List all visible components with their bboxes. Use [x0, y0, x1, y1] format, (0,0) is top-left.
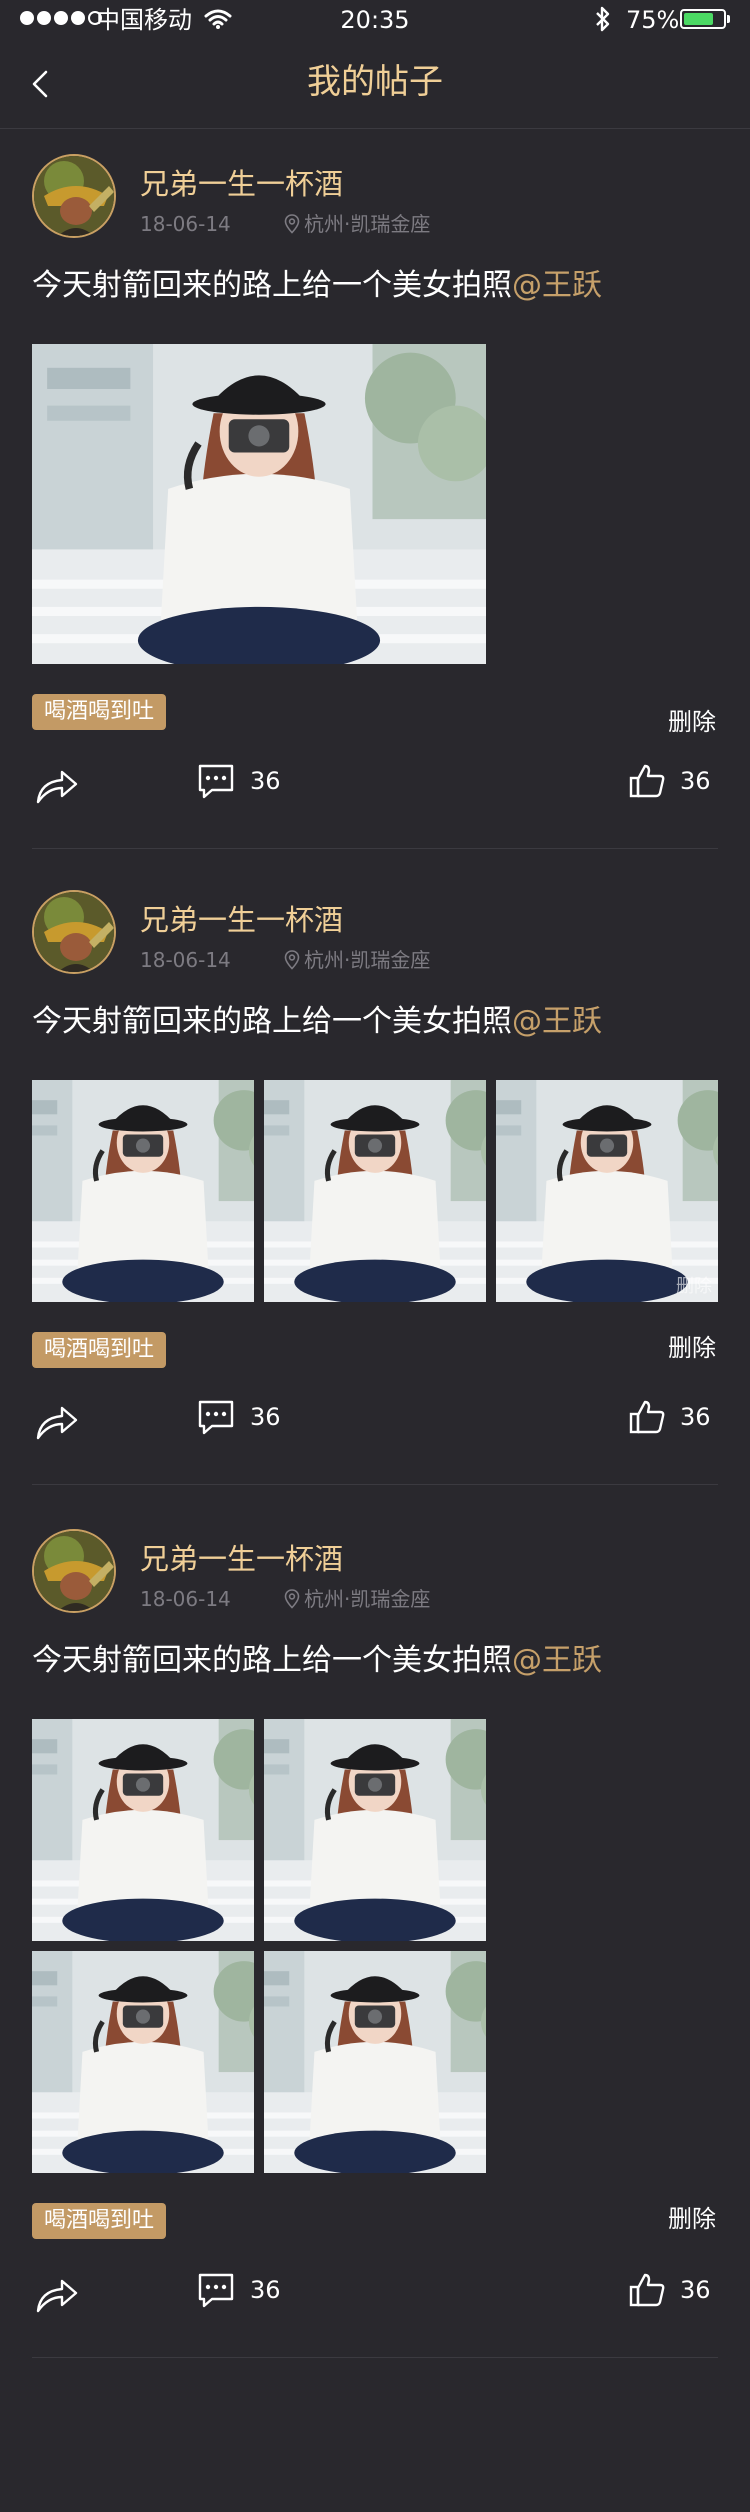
comment-count: 36: [250, 1403, 281, 1431]
location-text: 杭州·凯瑞金座: [304, 1587, 431, 1611]
post-body: 今天射箭回来的路上给一个美女拍照: [32, 268, 512, 303]
post-photo[interactable]: [264, 1080, 486, 1302]
location-text: 杭州·凯瑞金座: [304, 212, 431, 236]
avatar[interactable]: [32, 154, 116, 238]
post-photo[interactable]: [32, 1719, 254, 1941]
post-photo[interactable]: [264, 1719, 486, 1941]
comment-button[interactable]: 36: [196, 1398, 281, 1436]
mention-link[interactable]: @王跃: [512, 1643, 602, 1678]
topic-tag[interactable]: 喝酒喝到吐: [32, 2203, 167, 2239]
location: 杭州·凯瑞金座: [284, 212, 430, 236]
battery-icon: [680, 9, 726, 29]
username[interactable]: 兄弟一生一杯酒: [140, 902, 343, 938]
topic-tag[interactable]: 喝酒喝到吐: [32, 694, 167, 730]
like-button[interactable]: 36: [628, 1398, 711, 1436]
divider: [32, 1484, 718, 1485]
share-button[interactable]: [34, 764, 80, 808]
share-icon: [36, 2279, 78, 2313]
thumbs-up-icon: [629, 2273, 665, 2307]
post-date: 18-06-14: [140, 1587, 231, 1611]
mention-link[interactable]: @王跃: [512, 1004, 602, 1039]
bluetooth-icon: [596, 6, 610, 32]
post-card: 兄弟一生一杯酒 18-06-14 杭州·凯瑞金座 今天射箭回来的路上给一个美女拍…: [0, 130, 750, 850]
action-row: 36 36: [0, 1392, 750, 1452]
delete-button[interactable]: 删除: [668, 2203, 716, 2235]
action-row: 36 36: [0, 756, 750, 816]
location: 杭州·凯瑞金座: [284, 1587, 430, 1611]
post-photo[interactable]: [264, 1951, 486, 2173]
like-button[interactable]: 36: [628, 2271, 711, 2309]
avatar[interactable]: [32, 890, 116, 974]
post-date: 18-06-14: [140, 948, 231, 972]
nav-bar: 我的帖子: [0, 40, 750, 129]
username[interactable]: 兄弟一生一杯酒: [140, 1541, 343, 1577]
battery-fill: [684, 13, 713, 25]
photo-watermark: 删除: [676, 1276, 712, 1297]
divider: [32, 848, 718, 849]
comment-icon: [198, 2273, 234, 2308]
post-text: 今天射箭回来的路上给一个美女拍照@王跃: [32, 266, 602, 306]
topic-tag[interactable]: 喝酒喝到吐: [32, 1332, 167, 1368]
thumbs-up-icon: [629, 1400, 665, 1434]
post-photo[interactable]: [32, 344, 486, 664]
comment-button[interactable]: 36: [196, 2271, 281, 2309]
location-text: 杭州·凯瑞金座: [304, 948, 431, 972]
comment-icon: [198, 1400, 234, 1435]
share-button[interactable]: [34, 2273, 80, 2317]
battery-percent: 75%: [626, 6, 680, 34]
divider: [32, 2357, 718, 2358]
like-count: 36: [680, 2276, 711, 2304]
location-pin-icon: [284, 214, 300, 234]
post-photo[interactable]: [32, 1080, 254, 1302]
share-icon: [36, 770, 78, 804]
post-text: 今天射箭回来的路上给一个美女拍照@王跃: [32, 1002, 602, 1042]
page-title: 我的帖子: [307, 62, 443, 102]
location-pin-icon: [284, 950, 300, 970]
delete-button[interactable]: 删除: [668, 706, 716, 738]
share-button[interactable]: [34, 1400, 80, 1444]
post-card: 兄弟一生一杯酒 18-06-14 杭州·凯瑞金座 今天射箭回来的路上给一个美女拍…: [0, 1505, 750, 2359]
delete-button[interactable]: 删除: [668, 1332, 716, 1364]
post-body: 今天射箭回来的路上给一个美女拍照: [32, 1004, 512, 1039]
post-date: 18-06-14: [140, 212, 231, 236]
battery-nub: [727, 15, 730, 23]
comment-count: 36: [250, 2276, 281, 2304]
avatar[interactable]: [32, 1529, 116, 1613]
thumbs-up-icon: [629, 764, 665, 798]
comment-button[interactable]: 36: [196, 762, 281, 800]
post-body: 今天射箭回来的路上给一个美女拍照: [32, 1643, 512, 1678]
comment-count: 36: [250, 767, 281, 795]
like-button[interactable]: 36: [628, 762, 711, 800]
post-photo[interactable]: 删除: [496, 1080, 718, 1302]
share-icon: [36, 1406, 78, 1440]
mention-link[interactable]: @王跃: [512, 268, 602, 303]
like-count: 36: [680, 1403, 711, 1431]
post-text: 今天射箭回来的路上给一个美女拍照@王跃: [32, 1641, 602, 1681]
like-count: 36: [680, 767, 711, 795]
location-pin-icon: [284, 1589, 300, 1609]
location: 杭州·凯瑞金座: [284, 948, 430, 972]
comment-icon: [198, 764, 234, 799]
action-row: 36 36: [0, 2265, 750, 2325]
post-photo[interactable]: [32, 1951, 254, 2173]
post-card: 兄弟一生一杯酒 18-06-14 杭州·凯瑞金座 今天射箭回来的路上给一个美女拍…: [0, 866, 750, 1486]
status-bar: 中国移动 20:35 75%: [0, 0, 750, 40]
username[interactable]: 兄弟一生一杯酒: [140, 166, 343, 202]
